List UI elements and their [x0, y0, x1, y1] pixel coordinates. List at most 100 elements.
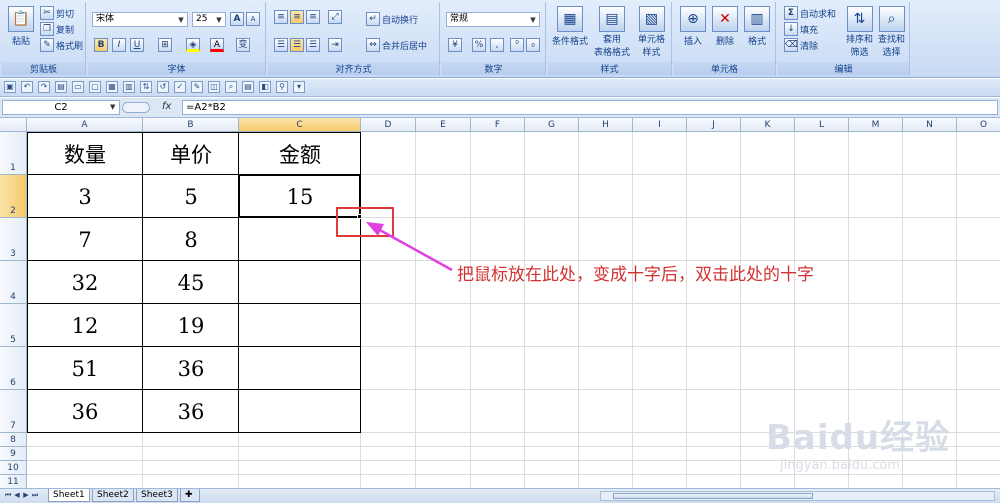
- copy-button[interactable]: ❐ 复制: [40, 22, 74, 36]
- column-header-h[interactable]: H: [579, 118, 633, 132]
- align-center-button[interactable]: ☰: [290, 38, 304, 52]
- paste-button[interactable]: 📋 粘贴: [8, 6, 34, 47]
- font-size-select[interactable]: 25 ▼: [192, 12, 226, 27]
- italic-button[interactable]: I: [112, 38, 126, 52]
- insert-button[interactable]: ⊕ 插入: [680, 6, 706, 47]
- borders-button[interactable]: ⊞: [158, 38, 172, 52]
- customize-icon[interactable]: ▾: [293, 81, 305, 93]
- form-icon[interactable]: ▤: [242, 81, 254, 93]
- row-header-10[interactable]: 10: [0, 461, 27, 475]
- undo-icon[interactable]: ↶: [21, 81, 33, 93]
- column-header-k[interactable]: K: [741, 118, 795, 132]
- first-sheet-icon[interactable]: ⏮: [4, 491, 12, 500]
- data-cell[interactable]: 36: [143, 390, 239, 433]
- row-header-5[interactable]: 5: [0, 304, 27, 347]
- row-header-9[interactable]: 9: [0, 447, 27, 461]
- bold-button[interactable]: B: [94, 38, 108, 52]
- formula-input[interactable]: =A2*B2: [182, 100, 998, 115]
- align-top-button[interactable]: ≡: [274, 10, 288, 24]
- data-cell[interactable]: 32: [27, 261, 143, 304]
- currency-button[interactable]: ¥: [448, 38, 462, 52]
- sort-icon[interactable]: ⇅: [140, 81, 152, 93]
- camera-icon[interactable]: ◫: [208, 81, 220, 93]
- save-icon[interactable]: ▣: [4, 81, 16, 93]
- row-header-2[interactable]: 2: [0, 175, 27, 218]
- grid-icon[interactable]: ▦: [106, 81, 118, 93]
- data-cell[interactable]: 45: [143, 261, 239, 304]
- row-header-4[interactable]: 4: [0, 261, 27, 304]
- tab-sheet1[interactable]: Sheet1: [48, 489, 90, 502]
- name-box[interactable]: C2: [2, 100, 120, 115]
- check-icon[interactable]: ✓: [174, 81, 186, 93]
- data-cell[interactable]: [239, 261, 361, 304]
- data-cell[interactable]: 7: [27, 218, 143, 261]
- tab-sheet3[interactable]: Sheet3: [136, 489, 178, 502]
- data-cell[interactable]: [239, 347, 361, 390]
- conditional-format-button[interactable]: ▦ 条件格式: [552, 6, 588, 47]
- grow-font-button[interactable]: A: [230, 12, 244, 26]
- column-header-c[interactable]: C: [239, 118, 361, 132]
- data-cell[interactable]: [239, 390, 361, 433]
- data-cell[interactable]: 19: [143, 304, 239, 347]
- column-header-f[interactable]: F: [471, 118, 525, 132]
- wrap-text-button[interactable]: ↵ 自动换行: [366, 12, 418, 26]
- redo-icon[interactable]: ↷: [38, 81, 50, 93]
- open-icon[interactable]: ▢: [89, 81, 101, 93]
- indent-button[interactable]: ⇥: [328, 38, 342, 52]
- cell-styles-button[interactable]: ▧ 单元格 样式: [638, 6, 665, 58]
- align-right-button[interactable]: ☰: [306, 38, 320, 52]
- fx-icon[interactable]: fx: [162, 101, 171, 112]
- column-header-e[interactable]: E: [416, 118, 471, 132]
- column-header-a[interactable]: A: [27, 118, 143, 132]
- data-cell[interactable]: 3: [27, 175, 143, 218]
- clear-button[interactable]: ⌫ 清除: [784, 38, 818, 52]
- underline-button[interactable]: U: [130, 38, 144, 52]
- shrink-font-button[interactable]: A: [246, 12, 260, 26]
- header-cell[interactable]: 数量: [27, 132, 143, 175]
- row-header-7[interactable]: 7: [0, 390, 27, 433]
- next-sheet-icon[interactable]: ▶: [22, 491, 30, 500]
- image-icon[interactable]: ◧: [259, 81, 271, 93]
- percent-button[interactable]: %: [472, 38, 486, 52]
- link-icon[interactable]: ⚲: [276, 81, 288, 93]
- data-cell[interactable]: 51: [27, 347, 143, 390]
- header-cell[interactable]: 金额: [239, 132, 361, 175]
- font-name-select[interactable]: 宋体 ▼: [92, 12, 188, 27]
- column-header-o[interactable]: O: [957, 118, 1000, 132]
- autosum-button[interactable]: Σ 自动求和: [784, 6, 836, 20]
- data-cell[interactable]: 36: [143, 347, 239, 390]
- last-sheet-icon[interactable]: ⏭: [31, 491, 39, 500]
- decrease-decimal-button[interactable]: ₀: [526, 38, 540, 52]
- new-icon[interactable]: ▭: [72, 81, 84, 93]
- phonetic-button[interactable]: 变: [236, 38, 250, 52]
- column-header-i[interactable]: I: [633, 118, 687, 132]
- format-as-table-button[interactable]: ▤ 套用 表格格式: [594, 6, 630, 58]
- format-painter-button[interactable]: ✎ 格式刷: [40, 38, 83, 52]
- row-header-3[interactable]: 3: [0, 218, 27, 261]
- data-cell[interactable]: 5: [143, 175, 239, 218]
- tab-sheet2[interactable]: Sheet2: [92, 489, 134, 502]
- chart-icon[interactable]: ▥: [123, 81, 135, 93]
- align-middle-button[interactable]: ≡: [290, 10, 304, 24]
- column-header-l[interactable]: L: [795, 118, 849, 132]
- fill-button[interactable]: ↓ 填充: [784, 22, 818, 36]
- column-header-n[interactable]: N: [903, 118, 957, 132]
- prev-sheet-icon[interactable]: ◀: [13, 491, 21, 500]
- scrollbar-thumb[interactable]: [613, 493, 813, 499]
- number-format-select[interactable]: 常规 ▼: [446, 12, 540, 27]
- increase-decimal-button[interactable]: ⁰: [510, 38, 524, 52]
- merge-center-button[interactable]: ⇔ 合并后居中: [366, 38, 427, 52]
- cut-button[interactable]: ✂ 剪切: [40, 6, 74, 20]
- sort-filter-button[interactable]: ⇅ 排序和 筛选: [846, 6, 873, 58]
- format-button[interactable]: ▥ 格式: [744, 6, 770, 47]
- column-header-m[interactable]: M: [849, 118, 903, 132]
- data-cell[interactable]: 12: [27, 304, 143, 347]
- undo-icon[interactable]: ↺: [157, 81, 169, 93]
- fill-color-button[interactable]: ◈: [186, 38, 200, 52]
- splitter-handle[interactable]: [122, 102, 150, 113]
- row-header-8[interactable]: 8: [0, 433, 27, 447]
- header-cell[interactable]: 单价: [143, 132, 239, 175]
- delete-button[interactable]: ✕ 删除: [712, 6, 738, 47]
- comma-button[interactable]: ,: [490, 38, 504, 52]
- chevron-down-icon[interactable]: ▼: [110, 103, 115, 111]
